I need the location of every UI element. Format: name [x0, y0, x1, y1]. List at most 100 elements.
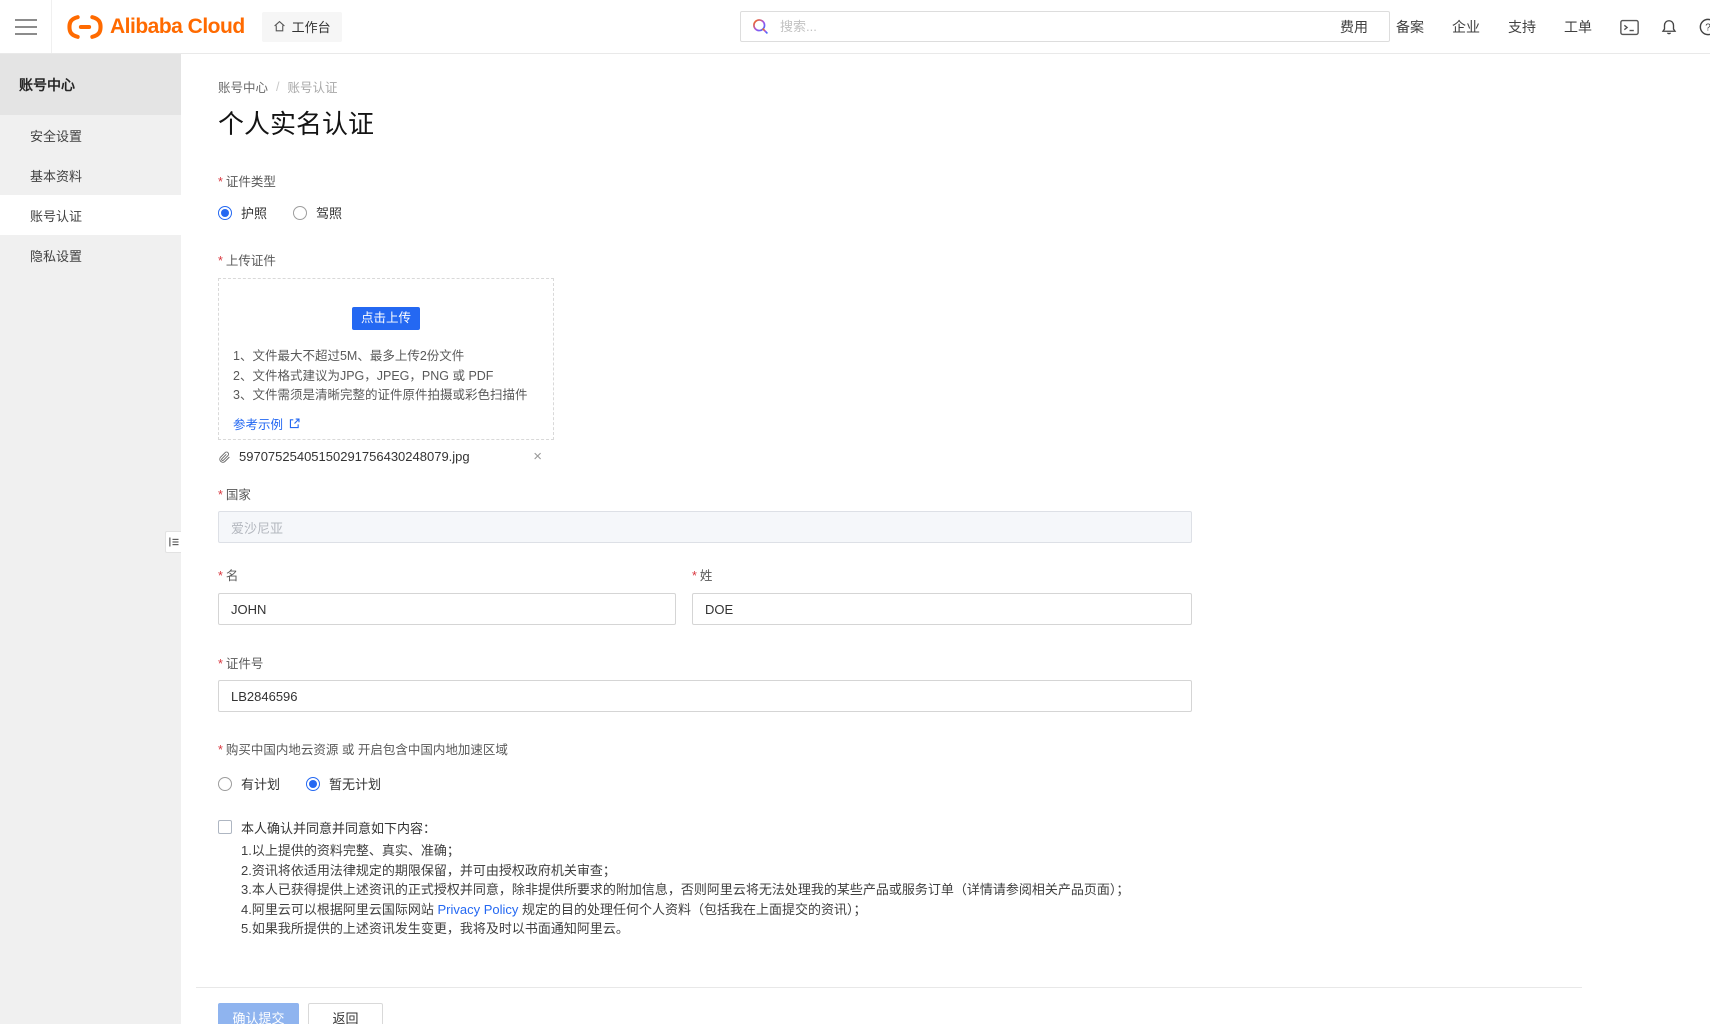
breadcrumb: 账号中心 / 账号认证: [218, 54, 1710, 96]
confirm-submit-button[interactable]: 确认提交: [218, 1003, 299, 1024]
help-icon[interactable]: ?: [1699, 18, 1710, 36]
remove-file-icon[interactable]: ×: [533, 449, 542, 464]
breadcrumb-current: 账号认证: [288, 77, 338, 96]
required-mark: *: [218, 254, 223, 268]
page-title: 个人实名认证: [218, 108, 1710, 140]
sidebar-item-privacy-settings[interactable]: 隐私设置: [0, 235, 181, 275]
country-label: 国家: [226, 488, 251, 502]
upload-rule: 1、文件最大不超过5M、最多上传2份文件: [233, 347, 553, 367]
sidebar-item-security-settings[interactable]: 安全设置: [0, 115, 181, 155]
upload-dropzone: 点击上传 1、文件最大不超过5M、最多上传2份文件 2、文件格式建议为JPG，J…: [218, 278, 554, 440]
privacy-policy-link[interactable]: Privacy Policy: [437, 902, 518, 917]
required-mark: *: [218, 657, 223, 671]
id-number-input[interactable]: [218, 680, 1192, 712]
country-label-row: *国家: [218, 484, 1710, 503]
search-icon: [752, 18, 769, 35]
agreement-terms: 1.以上提供的资料完整、真实、准确； 2.资讯将依适用法律规定的期限保留，并可由…: [218, 841, 1468, 939]
sidebar-item-account-verification[interactable]: 账号认证: [0, 195, 181, 235]
breadcrumb-separator: /: [276, 80, 279, 94]
footer-divider: [196, 987, 1582, 988]
agreement-line-4-suffix: 规定的目的处理任何个人资料（包括我在上面提交的资讯）；: [518, 902, 866, 917]
name-fields-row: *名 *姓: [218, 565, 1710, 625]
sidebar: 账号中心 安全设置 基本资料 账号认证 隐私设置: [0, 54, 181, 1024]
last-name-field: *姓: [692, 565, 1192, 625]
header-link-billing[interactable]: 费用: [1340, 17, 1368, 37]
doc-type-radio-group: 护照 驾照: [218, 203, 1710, 222]
agreement-line-4-prefix: 4.阿里云可以根据阿里云国际网站: [241, 902, 437, 917]
first-name-field: *名: [218, 565, 676, 625]
collapse-icon: [168, 536, 180, 548]
last-name-label-row: *姓: [692, 565, 1192, 584]
agreement-checkbox-label[interactable]: 本人确认并同意并同意如下内容：: [241, 818, 436, 837]
sidebar-title: 账号中心: [0, 54, 181, 115]
upload-label-row: *上传证件: [218, 250, 1710, 269]
radio-selected-icon[interactable]: [306, 777, 320, 791]
upload-rule: 3、文件需须是清晰完整的证件原件拍摄或彩色扫描件: [233, 386, 553, 406]
search-bar[interactable]: [740, 11, 1390, 42]
doc-type-label-row: *证件类型: [218, 171, 1710, 190]
sidebar-item-basic-info[interactable]: 基本资料: [0, 155, 181, 195]
workbench-label: 工作台: [292, 17, 331, 36]
upload-rule: 2、文件格式建议为JPG，JPEG，PNG 或 PDF: [233, 367, 553, 387]
alibaba-cloud-logo-icon: [67, 14, 103, 40]
external-link-icon: [288, 417, 301, 430]
id-number-label: 证件号: [226, 657, 264, 671]
header-right-menu: 费用 备案 企业 支持 工单 ?: [1340, 0, 1710, 54]
console-icon[interactable]: [1620, 19, 1639, 36]
radio-label: 有计划: [241, 774, 280, 793]
country-input: [218, 511, 1192, 543]
header-link-enterprise[interactable]: 企业: [1452, 17, 1480, 37]
agreement-line-4: 4.阿里云可以根据阿里云国际网站 Privacy Policy 规定的目的处理任…: [241, 900, 1468, 920]
radio-label: 暂无计划: [329, 774, 381, 793]
breadcrumb-account-center[interactable]: 账号中心: [218, 77, 268, 96]
mainland-plan-radio-group: 有计划 暂无计划: [218, 774, 1710, 793]
first-name-input[interactable]: [218, 593, 676, 625]
main-content: 账号中心 / 账号认证 个人实名认证 *证件类型 护照 驾照 *上传证件 点击上…: [181, 54, 1710, 1024]
search-input[interactable]: [778, 18, 1378, 35]
agreement-line-2: 2.资讯将依适用法律规定的期限保留，并可由授权政府机关审查；: [241, 861, 1468, 881]
radio-label: 驾照: [316, 203, 342, 222]
required-mark: *: [218, 175, 223, 189]
radio-option-drivers-license[interactable]: 驾照: [293, 203, 342, 222]
radio-option-passport[interactable]: 护照: [218, 203, 267, 222]
agreement-checkbox-row: 本人确认并同意并同意如下内容：: [218, 818, 1710, 837]
hamburger-menu-icon[interactable]: [15, 14, 37, 40]
last-name-input[interactable]: [692, 593, 1192, 625]
reference-example-label: 参考示例: [233, 414, 283, 433]
paperclip-icon: [218, 450, 231, 464]
action-buttons: 确认提交 返回: [218, 1003, 1710, 1024]
radio-selected-icon[interactable]: [218, 206, 232, 220]
radio-unselected-icon[interactable]: [293, 206, 307, 220]
uploaded-file-name: 59707525405150291756430248079.jpg: [239, 449, 470, 464]
reference-example-link[interactable]: 参考示例: [233, 414, 301, 433]
header-link-icp[interactable]: 备案: [1396, 17, 1424, 37]
back-button[interactable]: 返回: [308, 1003, 383, 1024]
header-link-tickets[interactable]: 工单: [1564, 17, 1592, 37]
doc-type-label: 证件类型: [226, 175, 276, 189]
id-number-label-row: *证件号: [218, 653, 1710, 672]
agreement-line-5: 5.如果我所提供的上述资讯发生变更，我将及时以书面通知阿里云。: [241, 919, 1468, 939]
bell-icon[interactable]: [1660, 18, 1678, 37]
radio-label: 护照: [241, 203, 267, 222]
header-divider: [51, 0, 52, 54]
agreement-line-1: 1.以上提供的资料完整、真实、准确；: [241, 841, 1468, 861]
workbench-button[interactable]: 工作台: [262, 12, 342, 42]
upload-label: 上传证件: [226, 254, 276, 268]
required-mark: *: [218, 488, 223, 502]
top-header: Alibaba Cloud 工作台 费用 备案: [0, 0, 1710, 54]
alibaba-cloud-logo[interactable]: Alibaba Cloud: [67, 14, 245, 40]
radio-unselected-icon[interactable]: [218, 777, 232, 791]
radio-option-no-plan[interactable]: 暂无计划: [306, 774, 381, 793]
radio-option-has-plan[interactable]: 有计划: [218, 774, 280, 793]
required-mark: *: [692, 569, 697, 583]
mainland-plan-label-row: *购买中国内地云资源 或 开启包含中国内地加速区域: [218, 739, 1710, 758]
upload-rules: 1、文件最大不超过5M、最多上传2份文件 2、文件格式建议为JPG，JPEG，P…: [233, 347, 553, 406]
upload-button[interactable]: 点击上传: [352, 307, 420, 330]
required-mark: *: [218, 743, 223, 757]
mainland-plan-label: 购买中国内地云资源 或 开启包含中国内地加速区域: [226, 743, 508, 757]
svg-text:?: ?: [1705, 23, 1710, 34]
uploaded-file-row: 59707525405150291756430248079.jpg ×: [218, 449, 554, 464]
first-name-label-row: *名: [218, 565, 676, 584]
agreement-checkbox[interactable]: [218, 820, 232, 834]
header-link-support[interactable]: 支持: [1508, 17, 1536, 37]
